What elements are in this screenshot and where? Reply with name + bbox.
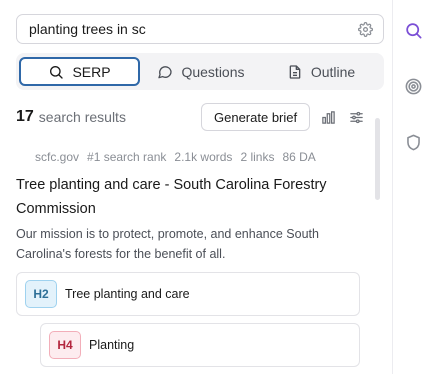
heading-tag: H2 [25, 280, 57, 308]
search-icon [48, 64, 64, 80]
results-count-label: search results [38, 109, 126, 125]
tab-serp[interactable]: SERP [19, 57, 140, 86]
heading-text: Tree planting and care [65, 287, 190, 301]
results-count: 17 [16, 108, 34, 125]
results-toolbar: 17 search results Generate brief [16, 103, 368, 131]
generate-brief-button[interactable]: Generate brief [201, 103, 311, 131]
document-icon [287, 64, 303, 80]
result-words: 2.1k words [174, 150, 233, 164]
result-rank: #1 search rank [87, 150, 167, 164]
gear-icon[interactable] [357, 21, 373, 37]
chat-bubble-icon [157, 64, 173, 80]
heading-tag: H4 [49, 331, 81, 359]
heading-text: Planting [89, 338, 135, 352]
tab-label: Questions [181, 63, 245, 80]
bar-chart-icon[interactable] [320, 109, 336, 125]
result-title[interactable]: Tree planting and care - South Carolina … [16, 173, 356, 221]
search-input[interactable]: planting trees in sc [29, 21, 357, 37]
result-snippet: Our mission is to protect, promote, and … [16, 227, 319, 261]
sliders-icon[interactable] [348, 109, 364, 125]
tab-outline[interactable]: Outline [262, 57, 380, 86]
result-da: 86 DA [282, 150, 316, 164]
tab-label: Outline [310, 63, 356, 80]
view-tabs: SERP Questions Outline [16, 53, 384, 90]
target-icon[interactable] [403, 76, 423, 96]
result-meta: scfc.gov #1 search rank 2.1k words 2 lin… [35, 150, 316, 164]
search-icon[interactable] [403, 20, 423, 40]
tab-questions[interactable]: Questions [140, 57, 262, 86]
tab-label: SERP [72, 63, 111, 80]
serp-panel: planting trees in sc SERP Questions Outl… [0, 0, 392, 374]
shield-icon[interactable] [403, 132, 423, 152]
keyword-search-box[interactable]: planting trees in sc [16, 14, 384, 44]
result-links: 2 links [240, 150, 275, 164]
heading-item[interactable]: H4 Planting [40, 323, 360, 367]
result-domain: scfc.gov [35, 150, 80, 164]
right-rail [392, 0, 434, 374]
heading-item[interactable]: H2 Tree planting and care [16, 272, 360, 316]
scrollbar[interactable] [375, 118, 380, 200]
